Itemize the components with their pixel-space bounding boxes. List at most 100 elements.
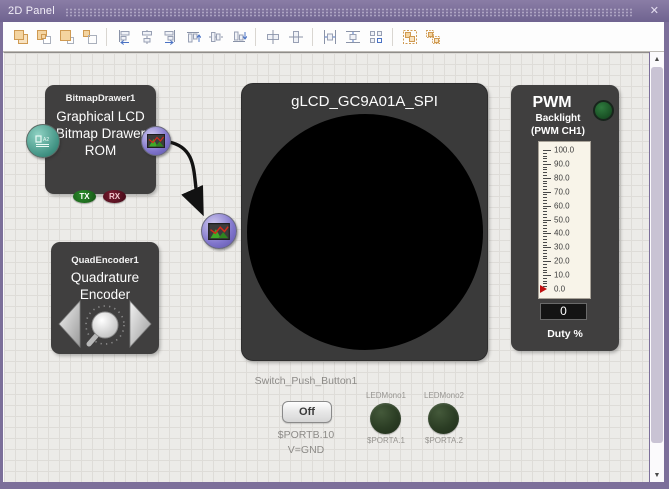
pwm-major-tick	[543, 275, 551, 276]
pwm-minor-tick	[543, 156, 547, 157]
pwm-minor-tick	[543, 200, 547, 201]
pwm-scale-label: 10.0	[554, 271, 570, 280]
pwm-scale-label: 0.0	[554, 285, 565, 294]
led2[interactable]	[428, 403, 459, 434]
send-backward-icon[interactable]	[79, 26, 100, 48]
pwm-duty-value: 0	[540, 303, 587, 320]
pwm-minor-tick	[543, 203, 547, 204]
pwm-major-tick	[543, 192, 551, 193]
pwm-scale-label: 40.0	[554, 229, 570, 238]
scroll-up-icon[interactable]: ▲	[650, 52, 664, 66]
push-button[interactable]: Off	[282, 401, 332, 423]
pwm-major-tick	[543, 206, 551, 207]
encoder-knob[interactable]	[86, 306, 124, 344]
space-down-icon[interactable]	[342, 26, 363, 48]
led1-port: $PORTA.1	[356, 436, 416, 445]
push-button-voltage: V=GND	[266, 444, 346, 456]
center-vertical-icon[interactable]	[285, 26, 306, 48]
led1[interactable]	[370, 403, 401, 434]
align-top-icon[interactable]	[182, 26, 203, 48]
pwm-minor-tick	[543, 245, 547, 246]
scrollbar-thumb[interactable]	[651, 67, 663, 443]
close-icon[interactable]: ✕	[648, 0, 661, 22]
scroll-down-icon[interactable]: ▼	[650, 468, 664, 482]
pwm-slider[interactable]: 100.090.080.070.060.050.040.030.020.010.…	[538, 141, 591, 299]
bring-forward-icon[interactable]	[56, 26, 77, 48]
ungroup-icon[interactable]	[422, 26, 443, 48]
toolbar-separator	[392, 28, 393, 46]
align-left-icon[interactable]	[113, 26, 134, 48]
pwm-minor-tick	[543, 258, 547, 259]
pwm-minor-tick	[543, 286, 547, 287]
bring-to-front-icon[interactable]	[10, 26, 31, 48]
glcd-title: gLCD_GC9A01A_SPI	[242, 93, 487, 110]
pwm-minor-tick	[543, 236, 547, 237]
pwm-minor-tick	[543, 228, 547, 229]
push-button-label: Switch_Push_Button1	[246, 375, 366, 387]
window-title: 2D Panel	[8, 5, 55, 17]
align-middle-icon[interactable]	[205, 26, 226, 48]
encoder-right-arrow[interactable]	[130, 301, 151, 347]
titlebar-grip-texture	[65, 8, 634, 17]
pwm-minor-tick	[543, 231, 547, 232]
pwm-scale-label: 30.0	[554, 243, 570, 252]
pwm-component[interactable]: PWM Backlight (PWM CH1) 100.090.080.070.…	[511, 85, 619, 351]
bitmap-drawer-name: BitmapDrawer1	[45, 93, 156, 104]
pwm-minor-tick	[543, 172, 547, 173]
bitmap-drawer-component[interactable]: BitmapDrawer1 Graphical LCD Bitmap Drawe…	[45, 85, 156, 194]
document-icon: A2	[35, 135, 51, 147]
bitmap-output-connector[interactable]	[141, 126, 171, 156]
pwm-major-tick	[543, 247, 551, 248]
quad-encoder-name: QuadEncoder1	[51, 255, 159, 266]
vertical-scrollbar[interactable]: ▲ ▼	[650, 52, 664, 482]
pwm-minor-tick	[543, 217, 547, 218]
encoder-left-arrow[interactable]	[59, 301, 80, 347]
send-to-back-icon[interactable]	[33, 26, 54, 48]
toolbar-separator	[106, 28, 107, 46]
pwm-major-tick	[543, 178, 551, 179]
pwm-scale-label: 90.0	[554, 159, 570, 168]
space-across-icon[interactable]	[319, 26, 340, 48]
image-icon	[147, 134, 165, 148]
pwm-minor-tick	[543, 161, 547, 162]
led2-label: LEDMono2	[414, 391, 474, 400]
align-center-icon[interactable]	[136, 26, 157, 48]
pwm-minor-tick	[543, 211, 547, 212]
group-icon[interactable]	[399, 26, 420, 48]
space-grid-icon[interactable]	[365, 26, 386, 48]
pwm-minor-tick	[543, 250, 547, 251]
pwm-minor-tick	[543, 158, 547, 159]
align-bottom-icon[interactable]	[228, 26, 249, 48]
pwm-minor-tick	[543, 175, 547, 176]
pwm-scale-label: 60.0	[554, 201, 570, 210]
pwm-duty-label: Duty %	[511, 328, 619, 340]
console-connector[interactable]: A2	[26, 124, 60, 158]
titlebar: 2D Panel ✕	[0, 0, 669, 22]
pwm-major-tick	[543, 233, 551, 234]
center-horizontal-icon[interactable]	[262, 26, 283, 48]
pwm-major-tick	[543, 261, 551, 262]
pwm-minor-tick	[543, 239, 547, 240]
pwm-minor-tick	[543, 272, 547, 273]
2d-panel-canvas[interactable]: BitmapDrawer1 Graphical LCD Bitmap Drawe…	[3, 52, 649, 482]
align-right-icon[interactable]	[159, 26, 180, 48]
pwm-minor-tick	[543, 169, 547, 170]
pwm-led-indicator	[593, 100, 614, 121]
pwm-minor-tick	[543, 270, 547, 271]
glcd-component[interactable]: gLCD_GC9A01A_SPI	[241, 83, 488, 361]
tx-indicator: TX	[73, 190, 96, 203]
toolbar-separator	[312, 28, 313, 46]
pwm-minor-tick	[543, 194, 547, 195]
pwm-minor-tick	[543, 256, 547, 257]
pwm-subtitle-2: (PWM CH1)	[511, 125, 605, 138]
svg-text:A2: A2	[43, 137, 49, 143]
pwm-minor-tick	[543, 153, 547, 154]
pwm-scale-label: 50.0	[554, 215, 570, 224]
pwm-minor-tick	[543, 167, 547, 168]
pwm-scale-label: 100.0	[554, 146, 574, 155]
pwm-scale-label: 80.0	[554, 173, 570, 182]
toolbar-separator	[255, 28, 256, 46]
pwm-minor-tick	[543, 197, 547, 198]
quad-encoder-component[interactable]: QuadEncoder1 Quadrature Encoder	[51, 242, 159, 354]
lcd-input-connector[interactable]	[201, 213, 237, 249]
